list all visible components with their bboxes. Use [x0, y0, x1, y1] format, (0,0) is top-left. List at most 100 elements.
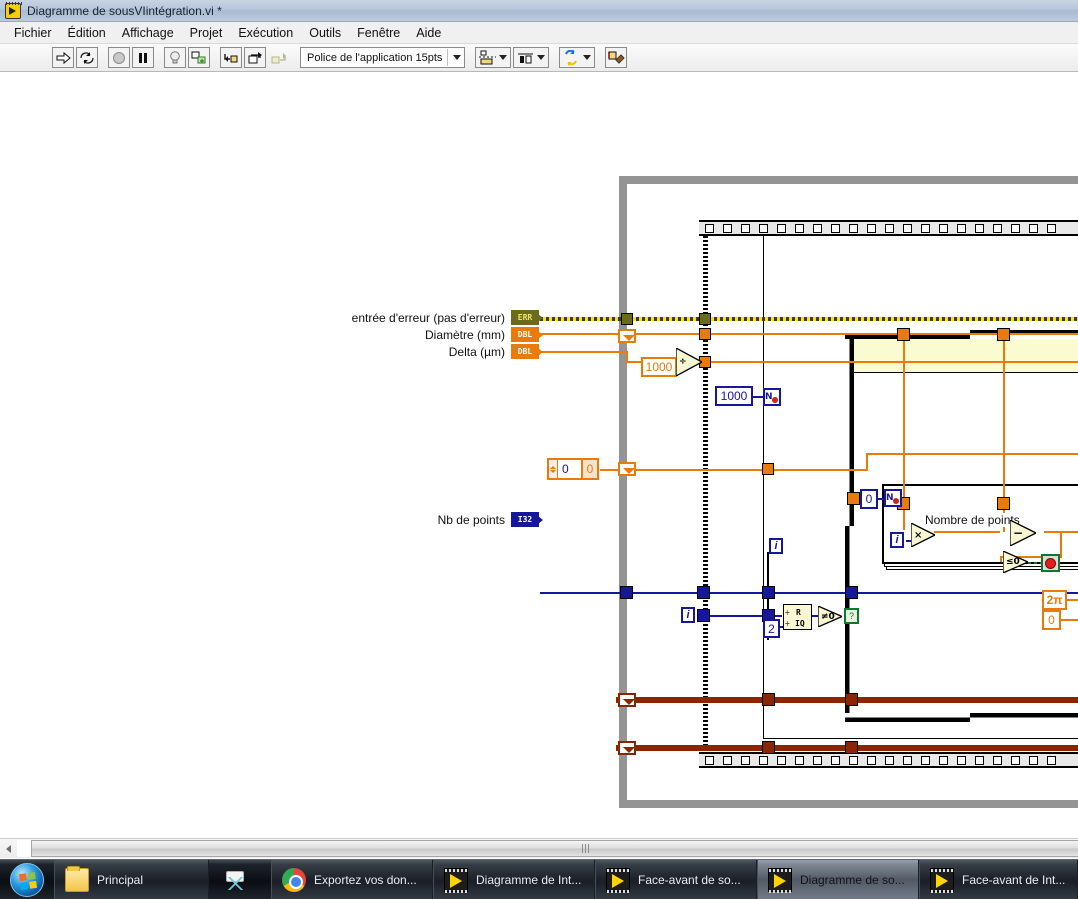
constant-1000-loop[interactable]: 1000: [715, 386, 753, 406]
tunnel-loop-top-b[interactable]: [997, 328, 1010, 341]
wire-zero-top[interactable]: [866, 453, 1078, 455]
step-over-icon[interactable]: [244, 47, 266, 68]
terminal-delta[interactable]: DBL: [511, 344, 543, 359]
tunnel-array2-a[interactable]: [762, 741, 775, 754]
scroll-thumb[interactable]: [31, 840, 1078, 857]
svg-text:÷: ÷: [785, 619, 790, 628]
menu-projet[interactable]: Projet: [182, 24, 231, 42]
terminal-badge-i32: I32: [517, 514, 533, 524]
case-selector-terminal[interactable]: ?: [844, 608, 859, 624]
tunnel-nb-d[interactable]: [845, 586, 858, 599]
taskbar-item-chrome[interactable]: Exportez vos don...: [271, 860, 433, 899]
terminal-error-in[interactable]: ERR: [511, 310, 543, 325]
taskbar-item-principal[interactable]: Principal: [54, 860, 209, 899]
chevron-down-icon[interactable]: [583, 55, 592, 60]
chevron-down-icon[interactable]: [537, 55, 546, 60]
tunnel-nb-a[interactable]: [620, 586, 633, 599]
menu-edition[interactable]: Édition: [60, 24, 114, 42]
tunnel-diametre[interactable]: [699, 328, 711, 340]
constant-zero-right[interactable]: 0: [1042, 610, 1061, 630]
chevron-down-icon[interactable]: [499, 55, 508, 60]
clean-up-diagram-icon[interactable]: [605, 47, 628, 68]
tunnel-error-left[interactable]: [621, 313, 633, 325]
constant-two-pi[interactable]: 2π: [1042, 590, 1067, 610]
wire-riser-a2[interactable]: [903, 373, 905, 503]
menu-fenetre[interactable]: Fenêtre: [349, 24, 408, 42]
for-loop-count-terminal-2[interactable]: N: [884, 489, 902, 507]
terminal-nb-de-points[interactable]: I32: [511, 512, 543, 527]
stop-control[interactable]: [1041, 554, 1060, 572]
constant-zero-orange[interactable]: 0: [581, 458, 599, 480]
taskbar-item-face-avant-int[interactable]: Face-avant de Int...: [919, 860, 1078, 899]
wire-diametre[interactable]: [540, 333, 630, 335]
menu-execution[interactable]: Exécution: [230, 24, 301, 42]
tunnel-array2-b[interactable]: [845, 741, 858, 754]
menu-affichage[interactable]: Affichage: [114, 24, 182, 42]
wire-delta[interactable]: [540, 351, 628, 353]
horizontal-scrollbar[interactable]: [0, 838, 1078, 858]
scroll-track[interactable]: [17, 840, 1078, 857]
shift-register-zero[interactable]: [618, 462, 636, 476]
taskbar-item-face-avant-so[interactable]: Face-avant de so...: [595, 860, 757, 899]
quotient-remainder-function[interactable]: ÷ ÷ R IQ: [783, 604, 812, 630]
wire-riser-b2[interactable]: [1003, 373, 1005, 503]
step-out-icon[interactable]: [268, 47, 290, 68]
taskbar-item-snipping-tool[interactable]: [209, 860, 271, 899]
wire-cmp-feed-down[interactable]: [1000, 556, 1002, 562]
shift-register-array-2[interactable]: [618, 741, 636, 755]
constant-1000-divider[interactable]: 1000: [641, 357, 677, 377]
wire-zero-right-out[interactable]: [1060, 619, 1078, 621]
iteration-glyph-1: i: [774, 539, 778, 552]
menu-fichier[interactable]: Fichier: [6, 24, 60, 42]
iteration-terminal-3[interactable]: i: [890, 532, 904, 548]
start-orb-icon: [10, 862, 44, 897]
chevron-down-icon[interactable]: [453, 55, 462, 60]
wire-zero-out2[interactable]: [636, 469, 868, 471]
tunnel-case-top-b[interactable]: [997, 497, 1010, 510]
wire-2pi-out[interactable]: [1066, 599, 1078, 601]
distribute-objects-icon[interactable]: [513, 47, 550, 68]
reorder-icon[interactable]: [559, 47, 596, 68]
highlight-execution-lightbulb-icon[interactable]: [164, 47, 186, 68]
wire-diametre-2[interactable]: [628, 333, 1078, 335]
shift-register-diametre[interactable]: [618, 329, 636, 343]
tunnel-array1-a[interactable]: [762, 693, 775, 706]
wire-divide-out[interactable]: [698, 361, 1078, 363]
wire-cmp-feed-v[interactable]: [1060, 531, 1062, 557]
constant-two[interactable]: 2: [763, 619, 780, 638]
align-objects-icon[interactable]: [475, 47, 512, 68]
menu-outils[interactable]: Outils: [301, 24, 349, 42]
tunnel-i-a[interactable]: [697, 609, 710, 622]
tunnel-nb-b[interactable]: [697, 586, 710, 599]
constant-zero-blue-loop[interactable]: 0: [860, 489, 878, 509]
tunnel-zero-row[interactable]: [762, 463, 774, 475]
iteration-terminal-1[interactable]: i: [769, 538, 783, 554]
wire-label-nombre-de-points: Nombre de points: [921, 513, 1024, 527]
retain-wire-values-icon[interactable]: [188, 47, 210, 68]
numeric-control-zero[interactable]: 0: [547, 458, 583, 480]
shift-register-array-1[interactable]: [618, 693, 636, 707]
start-button[interactable]: [0, 860, 54, 899]
abort-execution-icon[interactable]: [108, 47, 130, 68]
wire-mult-out[interactable]: [934, 531, 1000, 533]
tunnel-loop-top-a[interactable]: [897, 328, 910, 341]
application-font-selector[interactable]: Police de l'application 15pts: [300, 47, 466, 68]
scroll-left-arrow[interactable]: [0, 840, 16, 858]
taskbar-item-diagramme-int[interactable]: Diagramme de Int...: [433, 860, 595, 899]
tunnel-sr-left[interactable]: [847, 492, 860, 505]
iteration-terminal-2[interactable]: i: [681, 607, 695, 623]
wire-zero-riser[interactable]: [866, 453, 868, 471]
for-loop-count-terminal-1[interactable]: N: [763, 388, 781, 406]
step-into-icon[interactable]: [220, 47, 242, 68]
terminal-diametre[interactable]: DBL: [511, 327, 543, 342]
run-arrow-icon[interactable]: [52, 47, 74, 68]
pause-icon[interactable]: [132, 47, 154, 68]
menu-aide[interactable]: Aide: [408, 24, 449, 42]
tunnel-array1-b[interactable]: [845, 693, 858, 706]
taskbar-item-diagramme-so[interactable]: Diagramme de so...: [757, 860, 919, 899]
numeric-spinner-arrows[interactable]: [549, 460, 558, 478]
tunnel-error-seq[interactable]: [699, 313, 711, 325]
run-continuously-icon[interactable]: [76, 47, 98, 68]
block-diagram-canvas[interactable]: entrée d'erreur (pas d'erreur) ERR Diamè…: [0, 72, 1078, 838]
tunnel-nb-c[interactable]: [762, 586, 775, 599]
